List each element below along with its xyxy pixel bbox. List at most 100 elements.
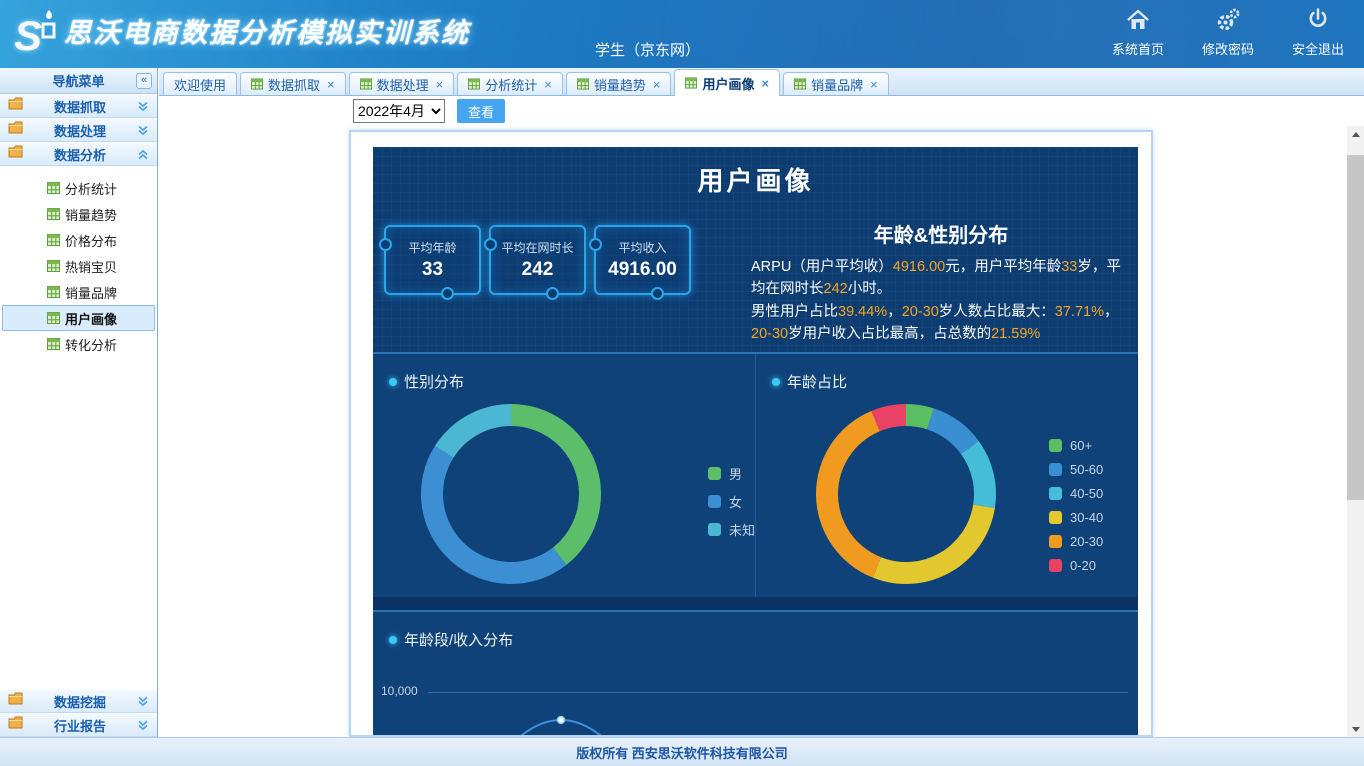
close-icon[interactable]: × <box>653 77 661 92</box>
close-icon[interactable]: × <box>436 77 444 92</box>
income-distribution-panel: 年龄段/收入分布 10,000 <box>373 610 1138 735</box>
bullet-icon <box>389 378 397 386</box>
close-icon[interactable]: × <box>327 77 335 92</box>
highlight-value: 20-30 <box>751 326 788 342</box>
close-icon[interactable]: × <box>761 76 769 91</box>
home-button[interactable]: 系统首页 <box>1112 7 1164 58</box>
age-chart-title: 年龄占比 <box>772 371 847 392</box>
tab-user-portrait[interactable]: 用户画像 × <box>674 69 780 96</box>
app-logo-icon: S <box>10 8 62 65</box>
sidebar-group-data-mining[interactable]: 数据挖掘 <box>0 689 157 713</box>
legend-swatch <box>1049 439 1062 452</box>
power-icon <box>1305 7 1331 36</box>
home-icon <box>1125 7 1151 36</box>
scroll-down-button[interactable] <box>1347 721 1364 737</box>
sidebar-group-data-capture[interactable]: 数据抓取 <box>0 94 157 118</box>
top-header: S 思沃电商数据分析模拟实训系统 学生（京东网） 系统首页 <box>0 0 1364 68</box>
sidebar-group-data-processing[interactable]: 数据处理 <box>0 118 157 142</box>
age-distribution-panel: 年龄占比 60+ 50-60 40-50 30-40 20-30 0-20 <box>755 354 1137 597</box>
legend-item[interactable]: 30-40 <box>1049 510 1103 525</box>
copyright-text: 版权所有 西安思沃软件科技有限公司 <box>576 743 788 762</box>
change-password-label: 修改密码 <box>1202 39 1254 58</box>
stat-cards: 平均年龄 33 平均在网时长 242 平均收入 4916.00 <box>384 225 691 295</box>
legend-label: 女 <box>729 492 742 511</box>
gridline <box>428 692 1128 693</box>
sidebar-item-price-distribution[interactable]: 价格分布 <box>0 227 157 253</box>
user-role-label: 学生（京东网） <box>595 39 700 60</box>
legend-item[interactable]: 女 <box>708 492 755 511</box>
sidebar-item-user-portrait[interactable]: 用户画像 <box>2 305 155 331</box>
sidebar-item-analysis-stats[interactable]: 分析统计 <box>0 175 157 201</box>
age-legend: 60+ 50-60 40-50 30-40 20-30 0-20 <box>1049 438 1103 573</box>
folder-icon <box>8 716 23 734</box>
scroll-up-button[interactable] <box>1347 126 1364 142</box>
y-axis-tick: 10,000 <box>381 684 418 698</box>
header-actions: 系统首页 修改密码 安全退出 <box>1112 7 1344 58</box>
sidebar-item-hot-items[interactable]: 热销宝贝 <box>0 253 157 279</box>
gender-legend: 男女未知 <box>708 464 755 539</box>
tab-sales-trend[interactable]: 销量趋势 × <box>566 72 672 95</box>
highlight-value: 242 <box>824 281 848 297</box>
summary-heading: 年龄&性别分布 <box>751 219 1131 248</box>
charts-row: 性别分布 男女未知 年龄占比 60+50-6040-5030-4020-300-… <box>373 352 1138 597</box>
legend-item[interactable]: 0-20 <box>1049 558 1103 573</box>
sidebar-collapse-button[interactable]: « <box>136 73 152 89</box>
sidebar: 导航菜单 « 数据抓取 数据处理 数据分析 分析统计 <box>0 68 158 737</box>
legend-label: 20-30 <box>1070 534 1103 549</box>
month-select[interactable]: 2022年4月 <box>353 99 445 123</box>
legend-item[interactable]: 60+ <box>1049 438 1103 453</box>
legend-item[interactable]: 男 <box>708 464 755 483</box>
legend-swatch <box>708 467 721 480</box>
legend-label: 男 <box>729 464 742 483</box>
legend-label: 50-60 <box>1070 462 1103 477</box>
tab-data-capture[interactable]: 数据抓取 × <box>240 72 346 95</box>
folder-icon <box>8 121 23 139</box>
gender-distribution-panel: 性别分布 男女未知 <box>373 354 755 597</box>
donut-segment-40-50 <box>961 441 996 508</box>
donut-segment-女 <box>421 446 566 584</box>
vertical-scrollbar[interactable] <box>1347 126 1364 737</box>
sidebar-item-conversion-analysis[interactable]: 转化分析 <box>0 331 157 357</box>
legend-item[interactable]: 20-30 <box>1049 534 1103 549</box>
table-icon <box>794 78 806 90</box>
logout-label: 安全退出 <box>1292 39 1344 58</box>
tab-sales-brand[interactable]: 销量品牌 × <box>783 72 889 95</box>
table-icon <box>468 78 480 90</box>
logout-button[interactable]: 安全退出 <box>1292 7 1344 58</box>
close-icon[interactable]: × <box>544 77 552 92</box>
change-password-button[interactable]: 修改密码 <box>1202 7 1254 58</box>
view-button[interactable]: 查看 <box>457 99 505 123</box>
sidebar-item-sales-brand[interactable]: 销量品牌 <box>0 279 157 305</box>
stat-card-avg-online-time: 平均在网时长 242 <box>489 225 586 295</box>
scrollbar-thumb[interactable] <box>1347 155 1364 500</box>
highlight-value: 21.59% <box>991 326 1040 342</box>
donut-segment-20-30 <box>816 411 881 578</box>
table-icon <box>47 260 60 272</box>
main-content: 欢迎使用 数据抓取 × 数据处理 × 分析统计 × 销量趋势 × 用户画像 × <box>159 68 1364 737</box>
legend-swatch <box>1049 511 1062 524</box>
sidebar-submenu: 分析统计 销量趋势 价格分布 热销宝贝 销量品牌 用户画像 转化分析 <box>0 166 157 363</box>
legend-swatch <box>1049 535 1062 548</box>
legend-item[interactable]: 未知 <box>708 520 755 539</box>
tab-welcome[interactable]: 欢迎使用 <box>163 72 237 95</box>
sidebar-group-industry-report[interactable]: 行业报告 <box>0 713 157 737</box>
income-line-chart <box>488 694 648 735</box>
sidebar-item-sales-trend[interactable]: 销量趋势 <box>0 201 157 227</box>
tab-analysis-stats[interactable]: 分析统计 × <box>457 72 563 95</box>
stat-card-avg-income: 平均收入 4916.00 <box>594 225 691 295</box>
sidebar-group-data-analysis[interactable]: 数据分析 <box>0 142 157 166</box>
app-title: 思沃电商数据分析模拟实训系统 <box>64 11 470 50</box>
table-icon <box>685 77 697 89</box>
tab-data-processing[interactable]: 数据处理 × <box>349 72 455 95</box>
legend-label: 0-20 <box>1070 558 1096 573</box>
table-icon <box>47 286 60 298</box>
chevron-double-down-icon <box>137 696 149 707</box>
legend-item[interactable]: 40-50 <box>1049 486 1103 501</box>
legend-item[interactable]: 50-60 <box>1049 462 1103 477</box>
close-icon[interactable]: × <box>870 77 878 92</box>
table-icon <box>47 234 60 246</box>
home-label: 系统首页 <box>1112 39 1164 58</box>
highlight-value: 20-30 <box>902 304 939 320</box>
chevron-double-down-icon <box>137 125 149 136</box>
stat-card-avg-age: 平均年龄 33 <box>384 225 481 295</box>
